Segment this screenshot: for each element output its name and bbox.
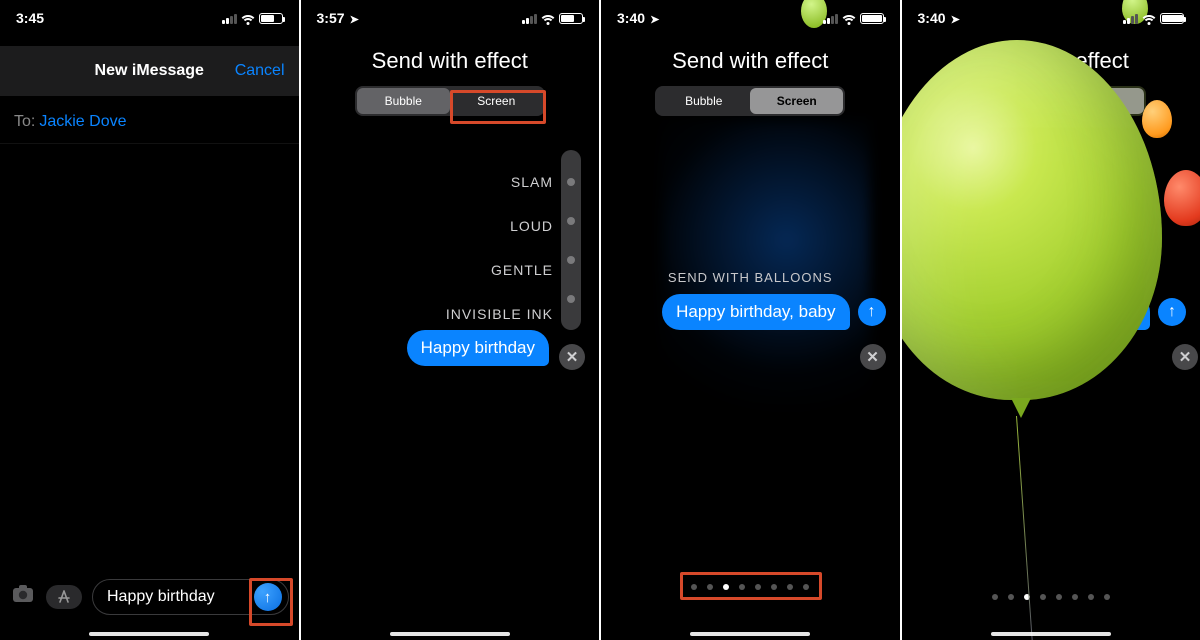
app-store-icon[interactable] xyxy=(46,585,82,609)
status-bar: 3:40 ➤ xyxy=(902,0,1200,36)
option-dot[interactable] xyxy=(567,295,575,303)
pane-4-balloons-playing: 3:40 ➤ Send with effect Bubble Screen SE… xyxy=(902,0,1200,640)
annotation-highlight-page-dots xyxy=(680,572,822,600)
camera-icon[interactable] xyxy=(10,585,36,609)
message-bubble-preview: Happy birthday xyxy=(407,330,549,366)
pane-2-bubble-effects: 3:57 ➤ Send with effect Bubble Screen SL… xyxy=(301,0,602,640)
tab-bubble[interactable]: Bubble xyxy=(357,88,450,114)
home-indicator[interactable] xyxy=(690,632,810,636)
status-time: 3:57 ➤ xyxy=(317,10,359,26)
wifi-icon xyxy=(541,11,555,25)
cell-signal-icon xyxy=(823,13,838,24)
balloon-red-icon xyxy=(1164,170,1200,226)
effect-option-loud[interactable]: LOUD xyxy=(446,204,553,248)
cell-signal-icon xyxy=(522,13,537,24)
pane-1-compose: 3:45 New iMessage Cancel To: Jackie Dove xyxy=(0,0,301,640)
effect-option-gentle[interactable]: GENTLE xyxy=(446,248,553,292)
option-dot[interactable] xyxy=(567,217,575,225)
screen-effect-name: SEND WITH BALLOONS xyxy=(601,270,900,285)
effect-option-slam[interactable]: SLAM xyxy=(446,160,553,204)
status-time: 3:40 ➤ xyxy=(918,10,960,26)
to-field-row[interactable]: To: Jackie Dove xyxy=(0,100,299,144)
nav-title: New iMessage xyxy=(95,62,204,80)
bubble-effect-options: SLAM LOUD GENTLE INVISIBLE INK xyxy=(446,160,553,336)
home-indicator[interactable] xyxy=(89,632,209,636)
status-right-icons xyxy=(222,11,283,25)
battery-icon xyxy=(259,13,283,24)
four-pane-container: 3:45 New iMessage Cancel To: Jackie Dove xyxy=(0,0,1200,640)
effect-title: Send with effect xyxy=(301,48,600,74)
close-effect-button[interactable]: ✕ xyxy=(860,344,886,370)
location-icon: ➤ xyxy=(347,14,359,26)
screen-effect-page-indicator[interactable] xyxy=(992,594,1110,600)
annotation-highlight-screen-tab xyxy=(450,90,546,124)
wifi-icon xyxy=(241,11,255,25)
wifi-icon xyxy=(842,11,856,25)
tab-bubble[interactable]: Bubble xyxy=(657,88,750,114)
to-label: To: xyxy=(14,113,35,131)
status-bar: 3:57 ➤ xyxy=(301,0,600,36)
location-icon: ➤ xyxy=(948,14,960,26)
effect-option-indicator-track[interactable] xyxy=(561,150,581,330)
close-effect-button[interactable]: ✕ xyxy=(559,344,585,370)
home-indicator[interactable] xyxy=(390,632,510,636)
close-effect-button[interactable]: ✕ xyxy=(1172,344,1198,370)
send-with-effect-button[interactable]: ↑ xyxy=(858,298,886,326)
effect-header: Send with effect Bubble Screen xyxy=(601,48,900,116)
nav-bar: New iMessage Cancel xyxy=(0,46,299,96)
annotation-highlight-send xyxy=(249,578,293,626)
send-with-effect-button[interactable]: ↑ xyxy=(1158,298,1186,326)
cancel-button[interactable]: Cancel xyxy=(235,62,285,80)
option-dot[interactable] xyxy=(567,178,575,186)
battery-icon xyxy=(1160,13,1184,24)
message-bubble-preview: Happy birthday, baby xyxy=(662,294,849,330)
status-right-icons xyxy=(522,11,583,25)
status-time: 3:45 xyxy=(16,10,44,26)
status-right-icons xyxy=(1123,11,1184,25)
cell-signal-icon xyxy=(1123,13,1138,24)
battery-icon xyxy=(860,13,884,24)
balloon-string-icon xyxy=(1016,416,1033,640)
cell-signal-icon xyxy=(222,13,237,24)
message-input-text: Happy birthday xyxy=(107,588,254,606)
battery-icon xyxy=(559,13,583,24)
pane-3-screen-effect-preview: 3:40 ➤ Send with effect Bubble Screen SE… xyxy=(601,0,902,640)
tab-screen[interactable]: Screen xyxy=(750,88,843,114)
effect-title: Send with effect xyxy=(601,48,900,74)
home-indicator[interactable] xyxy=(991,632,1111,636)
status-bar: 3:45 xyxy=(0,0,299,36)
balloon-orange-icon xyxy=(1142,100,1172,138)
status-right-icons xyxy=(823,11,884,25)
status-time: 3:40 ➤ xyxy=(617,10,659,26)
location-icon: ➤ xyxy=(647,14,659,26)
option-dot[interactable] xyxy=(567,256,575,264)
wifi-icon xyxy=(1142,11,1156,25)
to-recipient[interactable]: Jackie Dove xyxy=(39,113,126,131)
status-bar: 3:40 ➤ xyxy=(601,0,900,36)
effect-segmented-control[interactable]: Bubble Screen xyxy=(655,86,845,116)
